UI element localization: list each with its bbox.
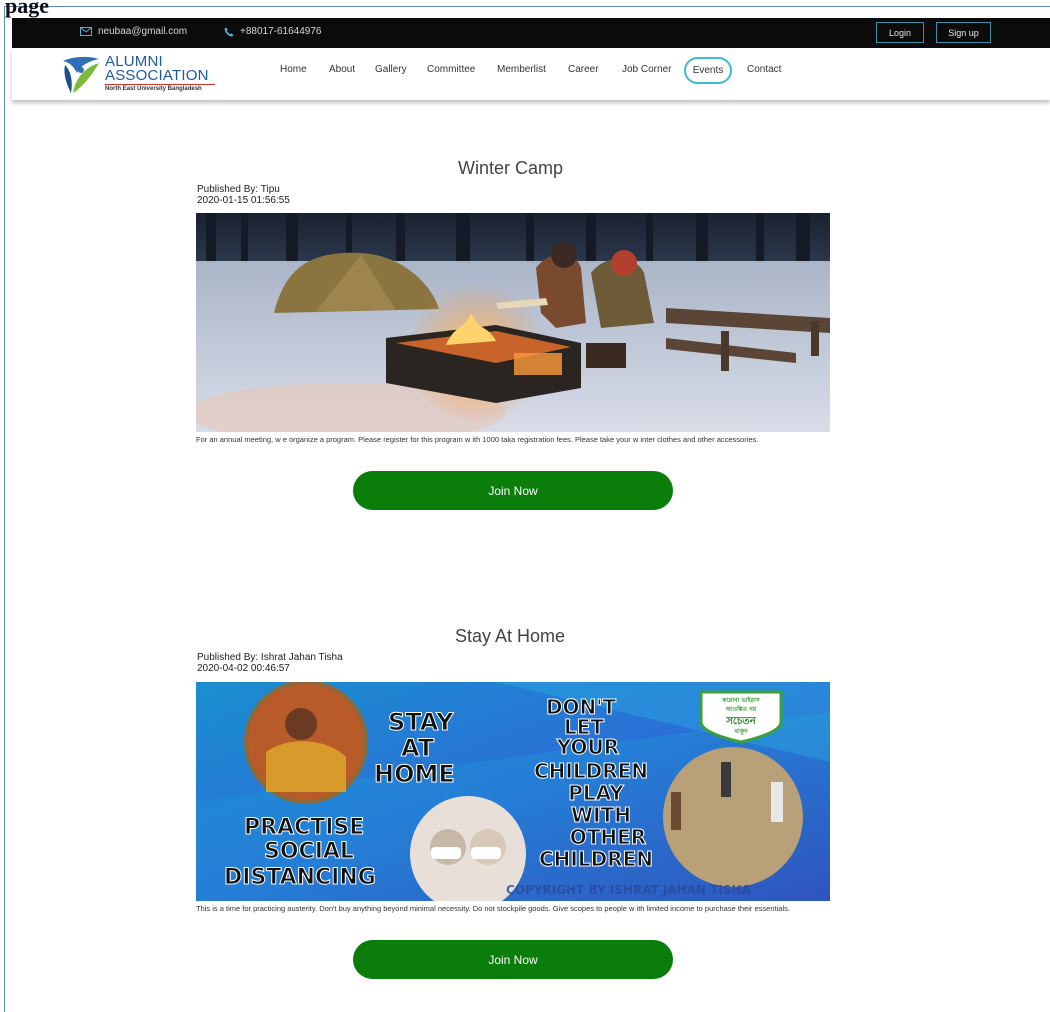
svg-text:সচেতন: সচেতন — [725, 716, 757, 727]
logo-subtitle: North East University Bangladesh — [105, 86, 202, 92]
svg-text:WITH: WITH — [571, 803, 631, 827]
top-bar: neubaa@gmail.com +88017-61644976 Login S… — [12, 18, 1050, 48]
svg-text:SOCIAL: SOCIAL — [264, 839, 354, 864]
svg-text:OTHER: OTHER — [570, 825, 646, 849]
nav-memberlist[interactable]: Memberlist — [497, 64, 546, 75]
poster-home: HOME — [374, 760, 455, 788]
event-description: For an annual meeting, w e organize a pr… — [196, 435, 759, 444]
svg-text:PLAY: PLAY — [568, 781, 624, 805]
event-author: Published By: Ishrat Jahan Tisha — [197, 652, 343, 663]
logo-line2: ASSOCIATION — [105, 67, 209, 84]
svg-text:COPYRIGHT BY ISHRAT JAHAN TISH: COPYRIGHT BY ISHRAT JAHAN TISHA — [506, 883, 752, 897]
event-meta: Published By: Ishrat Jahan Tisha 2020-04… — [197, 652, 343, 674]
svg-text:YOUR: YOUR — [556, 735, 619, 759]
svg-text:DISTANCING: DISTANCING — [224, 865, 376, 890]
nav-contact[interactable]: Contact — [747, 64, 781, 75]
event-image-winter-camp — [196, 213, 830, 432]
logo-title: ALUMNI ASSOCIATION — [105, 54, 209, 84]
login-button[interactable]: Login — [876, 22, 924, 43]
event-title: Stay At Home — [455, 626, 566, 646]
join-now-button[interactable]: Join Now — [353, 471, 673, 510]
logo-emblem-icon — [63, 56, 99, 93]
nav-home[interactable]: Home — [280, 64, 307, 75]
nav-committee[interactable]: Committee — [427, 64, 475, 75]
event-datetime: 2020-01-15 01:56:55 — [197, 195, 290, 206]
nav-job-corner[interactable]: Job Corner — [622, 64, 671, 75]
phone-icon — [224, 27, 234, 37]
svg-text:করোনা ভাইরাস: করোনা ভাইরাস — [721, 696, 760, 704]
mail-icon — [80, 27, 92, 36]
navbar: ALUMNI ASSOCIATION North East University… — [12, 48, 1050, 100]
event-datetime: 2020-04-02 00:46:57 — [197, 663, 290, 674]
svg-text:আতঙ্কিত নয়: আতঙ্কিত নয় — [725, 705, 757, 713]
email-contact[interactable]: neubaa@gmail.com — [80, 26, 187, 37]
event-image-stay-at-home: STAY AT HOME DON'T LET YOUR CHILDREN PLA… — [196, 682, 830, 901]
phone-contact[interactable]: +88017-61644976 — [224, 26, 321, 37]
event-description: This is a time for practicing austerity.… — [196, 904, 790, 913]
event-title: Winter Camp — [458, 158, 564, 178]
join-now-button[interactable]: Join Now — [353, 940, 673, 979]
nav-about[interactable]: About — [329, 64, 355, 75]
nav-career[interactable]: Career — [568, 64, 599, 75]
poster-stay: STAY — [388, 708, 454, 736]
poster-at: AT — [401, 734, 435, 762]
email-text: neubaa@gmail.com — [98, 26, 188, 37]
svg-text:PRACTISE: PRACTISE — [244, 815, 364, 840]
svg-text:থাকুন: থাকুন — [734, 728, 748, 736]
site-logo[interactable]: ALUMNI ASSOCIATION North East University… — [59, 54, 229, 95]
corner-text: page — [5, 0, 49, 18]
nav-events[interactable]: Events — [684, 57, 732, 84]
logo-underline — [105, 84, 215, 85]
phone-text: +88017-61644976 — [240, 26, 322, 37]
event-author: Published By: Tipu — [197, 184, 280, 195]
signup-button[interactable]: Sign up — [936, 22, 991, 43]
event-meta: Published By: Tipu 2020-01-15 01:56:55 — [197, 184, 290, 206]
svg-text:CHILDREN: CHILDREN — [539, 847, 653, 871]
nav-gallery[interactable]: Gallery — [375, 64, 407, 75]
svg-text:CHILDREN: CHILDREN — [534, 759, 648, 783]
